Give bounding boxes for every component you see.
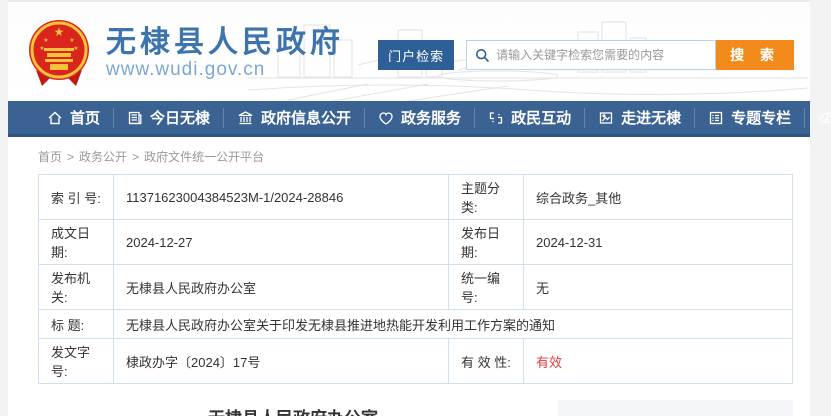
portal-search-button[interactable]: 门户检索 xyxy=(378,40,454,70)
meta-label: 统一编号: xyxy=(449,265,524,310)
meta-value: 棣政办字〔2024〕17号 xyxy=(114,339,449,384)
meta-value: 2024-12-27 xyxy=(114,220,449,265)
nav-item-topics[interactable]: 专题专栏 xyxy=(694,108,804,128)
nav-item-interaction[interactable]: 政民互动 xyxy=(474,108,584,128)
site-name: 无棣县人民政府 xyxy=(106,26,344,59)
svg-text:★: ★ xyxy=(39,45,44,52)
meta-label: 索 引 号: xyxy=(39,175,114,220)
validity-status: 有效 xyxy=(536,355,562,370)
breadcrumb-item-home[interactable]: 首页 xyxy=(38,150,62,164)
home-icon xyxy=(47,110,63,126)
meta-value: 无棣县人民政府办公室 xyxy=(114,265,449,310)
data-cloud-icon xyxy=(818,110,831,126)
search-button[interactable]: 搜 索 xyxy=(716,40,794,70)
nav-label: 首页 xyxy=(70,107,100,128)
table-row: 发文字号: 棣政办字〔2024〕17号 有 效 性: 有效 xyxy=(39,339,793,384)
page-container: ★ ★ ★ ★ ★ 无棣县人民政府 www.wudi.gov.cn 门户检索 xyxy=(8,0,810,416)
breadcrumb: 首页 > 政务公开 > 政府文件统一公开平台 xyxy=(8,137,810,174)
table-row: 成文日期: 2024-12-27 发布日期: 2024-12-31 xyxy=(39,220,793,265)
meta-value: 2024-12-31 xyxy=(524,220,793,265)
nav-item-today[interactable]: 今日无棣 xyxy=(113,108,223,128)
search-icon xyxy=(475,48,490,63)
breadcrumb-item-platform[interactable]: 政府文件统一公开平台 xyxy=(144,150,264,164)
nav-item-info-disclosure[interactable]: 政府信息公开 xyxy=(223,108,364,128)
table-row: 标 题: 无棣县人民政府办公室关于印发无棣县推进地热能开发利用工作方案的通知 xyxy=(39,310,793,339)
service-heart-icon xyxy=(378,110,394,126)
national-emblem-logo: ★ ★ ★ ★ ★ xyxy=(26,18,92,88)
svg-text:★: ★ xyxy=(69,37,74,44)
breadcrumb-separator: > xyxy=(67,150,74,164)
government-building-icon xyxy=(237,110,254,126)
meta-value-title: 无棣县人民政府办公室关于印发无棣县推进地热能开发利用工作方案的通知 xyxy=(114,310,793,339)
breadcrumb-separator: > xyxy=(132,150,139,164)
site-brand[interactable]: ★ ★ ★ ★ ★ 无棣县人民政府 www.wudi.gov.cn xyxy=(26,18,344,88)
nav-label: 走进无棣 xyxy=(621,107,681,128)
search-box xyxy=(466,40,716,70)
nav-label: 政务服务 xyxy=(401,107,461,128)
nav-label: 专题专栏 xyxy=(731,107,791,128)
related-articles-panel: 相关文章 【一图看懂】无棣县推进地热能开发利用工作方案 xyxy=(558,400,793,416)
meta-label: 成文日期: xyxy=(39,220,114,265)
article-header: 无棣县人民政府办公室 关于印发无棣县推进地热能开发利用工作方案的通知 棣政办字〔… xyxy=(38,400,548,416)
table-row: 发布机关: 无棣县人民政府办公室 统一编号: 无 xyxy=(39,265,793,310)
nav-item-open-data[interactable]: 数据开放 xyxy=(804,108,831,128)
site-url[interactable]: www.wudi.gov.cn xyxy=(106,59,344,81)
meta-label: 发布机关: xyxy=(39,265,114,310)
lower-section: 无棣县人民政府办公室 关于印发无棣县推进地热能开发利用工作方案的通知 棣政办字〔… xyxy=(38,400,793,416)
svg-text:★: ★ xyxy=(43,37,48,44)
document-meta-table: 索 引 号: 11371623004384523M-1/2024-28846 主… xyxy=(38,174,793,384)
scenery-icon xyxy=(598,110,614,126)
search-input[interactable] xyxy=(490,48,715,62)
topics-list-icon xyxy=(708,110,724,126)
meta-value: 无 xyxy=(524,265,793,310)
nav-item-home[interactable]: 首页 xyxy=(34,108,113,128)
meta-value: 11371623004384523M-1/2024-28846 xyxy=(114,175,449,220)
main-navigation: 首页 今日无棣 政府信息公开 政务服务 政民互动 走进无棣 xyxy=(8,101,810,137)
meta-label: 发文字号: xyxy=(39,339,114,384)
nav-label: 政民互动 xyxy=(511,107,571,128)
nav-item-about[interactable]: 走进无棣 xyxy=(584,108,694,128)
document-meta-section: 索 引 号: 11371623004384523M-1/2024-28846 主… xyxy=(8,174,810,416)
interaction-icon xyxy=(488,110,504,126)
meta-label: 发布日期: xyxy=(449,220,524,265)
table-row: 索 引 号: 11371623004384523M-1/2024-28846 主… xyxy=(39,175,793,220)
breadcrumb-item-zwgk[interactable]: 政务公开 xyxy=(79,150,127,164)
article-title-line1: 无棣县人民政府办公室 xyxy=(38,406,548,416)
svg-text:★: ★ xyxy=(73,45,78,52)
meta-label: 有 效 性: xyxy=(449,339,524,384)
svg-text:★: ★ xyxy=(54,25,65,39)
site-title-block: 无棣县人民政府 www.wudi.gov.cn xyxy=(106,26,344,81)
site-header: ★ ★ ★ ★ ★ 无棣县人民政府 www.wudi.gov.cn 门户检索 xyxy=(8,0,810,101)
page-edge-strip xyxy=(810,0,831,103)
nav-label: 今日无棣 xyxy=(150,107,210,128)
meta-value: 有效 xyxy=(524,339,793,384)
meta-label: 标 题: xyxy=(39,310,114,339)
search-area: 门户检索 搜 索 xyxy=(378,40,794,70)
nav-label: 政府信息公开 xyxy=(261,107,351,128)
meta-label: 主题分类: xyxy=(449,175,524,220)
news-icon xyxy=(127,110,143,126)
meta-value: 综合政务_其他 xyxy=(524,175,793,220)
nav-item-services[interactable]: 政务服务 xyxy=(364,108,474,128)
